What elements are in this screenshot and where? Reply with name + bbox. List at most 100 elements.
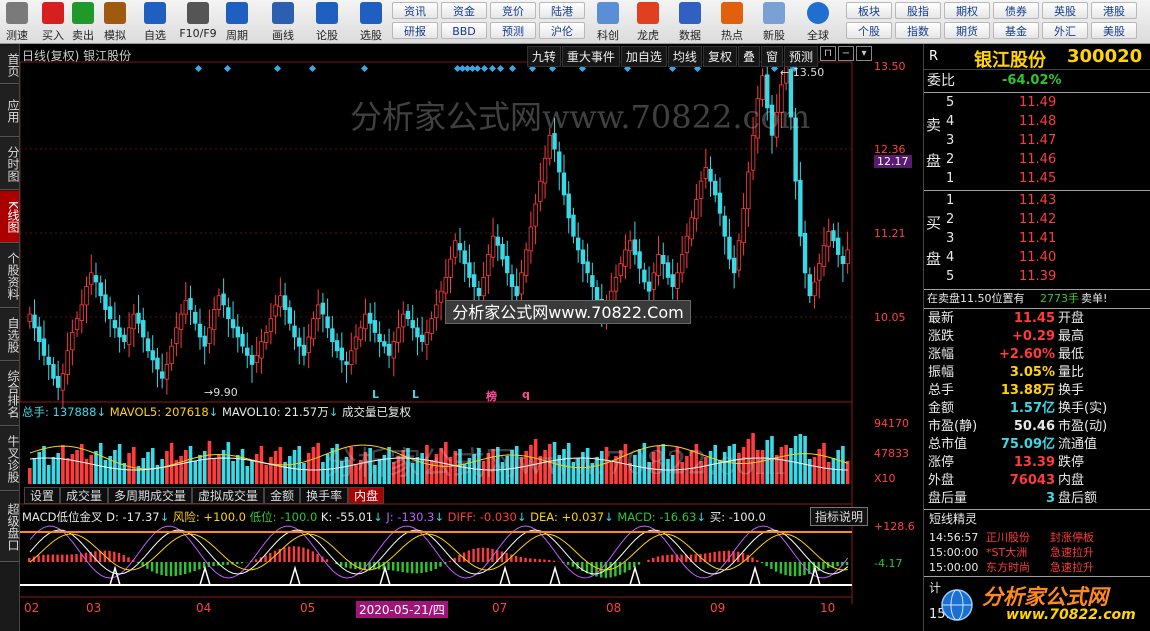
- globe-icon: [807, 2, 829, 24]
- volume-tab[interactable]: 内盘: [348, 487, 385, 504]
- chart-tab[interactable]: 重大事件: [561, 46, 620, 67]
- ask-row[interactable]: 5 11.49: [924, 94, 1150, 112]
- quick-link[interactable]: 沪伦: [539, 22, 585, 39]
- left-tab[interactable]: 分时图: [0, 138, 20, 190]
- candle-body: [240, 333, 245, 347]
- ask-row[interactable]: 1 11.45: [924, 170, 1150, 188]
- left-tab[interactable]: K线图: [0, 191, 20, 243]
- ask-row[interactable]: 4 11.48: [924, 113, 1150, 131]
- chart-tab[interactable]: 预测: [783, 46, 818, 67]
- candle-body: [41, 338, 47, 356]
- ipo-button[interactable]: 新股: [756, 2, 792, 42]
- bid-row[interactable]: 2 11.42: [924, 211, 1150, 229]
- left-tab[interactable]: 首页: [0, 46, 20, 84]
- volume-tab[interactable]: 成交量: [60, 487, 109, 504]
- dragon-tiger-button[interactable]: 龙虎: [630, 2, 666, 42]
- f10-button[interactable]: F10/F9: [176, 2, 220, 42]
- macd-bar: [798, 562, 801, 576]
- left-tab[interactable]: 个股资料: [0, 244, 20, 308]
- star-button[interactable]: 自选: [138, 2, 172, 42]
- bid-row[interactable]: 1 11.43: [924, 192, 1150, 210]
- quick-link[interactable]: 资讯: [392, 2, 438, 19]
- chart-tab[interactable]: 窗: [760, 46, 783, 67]
- market-link[interactable]: 个股: [846, 22, 892, 39]
- globe-button[interactable]: 全球: [800, 2, 836, 42]
- macd-bar: [212, 562, 215, 567]
- hammer-button[interactable]: 模拟: [98, 2, 132, 42]
- market-link[interactable]: 股指: [895, 2, 941, 19]
- dropdown-icon[interactable]: ▾: [856, 46, 872, 61]
- volume-bar: [122, 463, 127, 484]
- kechuang-button[interactable]: 科创: [590, 2, 626, 42]
- market-link[interactable]: 美股: [1091, 22, 1137, 39]
- left-tab[interactable]: 自选股: [0, 309, 20, 361]
- left-tab[interactable]: 综合排名: [0, 362, 20, 426]
- chart-tab[interactable]: 叠: [737, 46, 760, 67]
- market-link[interactable]: 债券: [993, 2, 1039, 19]
- chart-tab[interactable]: 九转: [526, 46, 561, 67]
- site-overlay-banner[interactable]: 分析家公式网www.70822.Com: [445, 300, 691, 324]
- quick-link[interactable]: 资金: [441, 2, 487, 19]
- big-order-notice[interactable]: 在卖盘11.50位置有 2773手 卖单!: [924, 290, 1150, 308]
- macd-bar: [666, 554, 669, 562]
- discuss-button[interactable]: 论股: [310, 2, 344, 42]
- volume-tab[interactable]: 虚拟成交量: [192, 487, 265, 504]
- quick-link[interactable]: 预测: [490, 22, 536, 39]
- event-diamond-marker: [308, 64, 317, 73]
- macd-bar: [784, 562, 787, 576]
- clock-button[interactable]: 周期: [220, 2, 254, 42]
- data-button[interactable]: 数据: [672, 2, 708, 42]
- left-tab[interactable]: 应用: [0, 85, 20, 137]
- macd-bar: [311, 551, 315, 562]
- lock-icon[interactable]: ⊓: [820, 46, 836, 61]
- bid-row[interactable]: 4 11.40: [924, 249, 1150, 267]
- candle-body: [245, 347, 250, 356]
- macd-bar: [117, 553, 121, 562]
- dragon-tiger-mark[interactable]: 榜: [486, 388, 497, 404]
- quick-link[interactable]: BBD: [441, 22, 487, 39]
- quick-link[interactable]: 陆港: [539, 2, 585, 19]
- jingxuan-title[interactable]: 短线精灵: [924, 510, 1150, 528]
- chart-tab[interactable]: 加自选: [620, 46, 667, 67]
- hotspot-button[interactable]: 热点: [714, 2, 750, 42]
- bid-row[interactable]: 5 11.39: [924, 268, 1150, 286]
- ask-row[interactable]: 3 11.47: [924, 132, 1150, 150]
- pen-button[interactable]: 画线: [266, 2, 300, 42]
- minus-icon[interactable]: −: [838, 46, 854, 61]
- date-axis-label: 10: [820, 601, 836, 615]
- left-tab[interactable]: 超级盘口: [0, 492, 20, 562]
- market-link[interactable]: 指数: [895, 22, 941, 39]
- candle-body: [330, 328, 335, 342]
- chart-tab[interactable]: 均线: [667, 46, 702, 67]
- volume-tab[interactable]: 金额: [264, 487, 301, 504]
- macd-bar: [292, 546, 296, 562]
- volume-bar: [302, 463, 306, 484]
- market-link[interactable]: 外汇: [1042, 22, 1088, 39]
- market-link[interactable]: 港股: [1091, 2, 1137, 19]
- chart-tab[interactable]: 复权: [702, 46, 737, 67]
- market-link[interactable]: 期权: [944, 2, 990, 19]
- ask-row[interactable]: 2 11.46: [924, 151, 1150, 169]
- quick-link[interactable]: 竞价: [490, 2, 536, 19]
- bid-row[interactable]: 3 11.41: [924, 230, 1150, 248]
- left-tab[interactable]: 牛叉诊股: [0, 427, 20, 491]
- chart-area[interactable]: 日线(复权) 银江股份 九转 重大事件 加自选 均线 复权叠窗预测 ⊓ − ▾ 分析家公式网w…: [20, 44, 920, 631]
- volume-tab[interactable]: 设置: [24, 487, 61, 504]
- market-link[interactable]: 期货: [944, 22, 990, 39]
- weibi-row: 委比 -64.02%: [927, 73, 1062, 89]
- indicator-help-button[interactable]: 指标说明: [809, 507, 868, 526]
- buy-button[interactable]: 买入: [36, 2, 70, 42]
- volume-tab[interactable]: 多周期成交量: [108, 487, 193, 504]
- speed-test-icon: [6, 2, 28, 24]
- volume-tab[interactable]: 换手率: [300, 487, 349, 504]
- market-link[interactable]: 基金: [993, 22, 1039, 39]
- market-link[interactable]: 英股: [1042, 2, 1088, 19]
- macd-bar: [751, 557, 754, 562]
- sell-button[interactable]: 卖出: [66, 2, 100, 42]
- select-stock-button[interactable]: 选股: [354, 2, 388, 42]
- speed-test-button[interactable]: 测速: [0, 2, 34, 42]
- quick-link[interactable]: 研报: [392, 22, 438, 39]
- market-link[interactable]: 板块: [846, 2, 892, 19]
- candle-body: [514, 286, 519, 297]
- candle-body: [339, 347, 344, 361]
